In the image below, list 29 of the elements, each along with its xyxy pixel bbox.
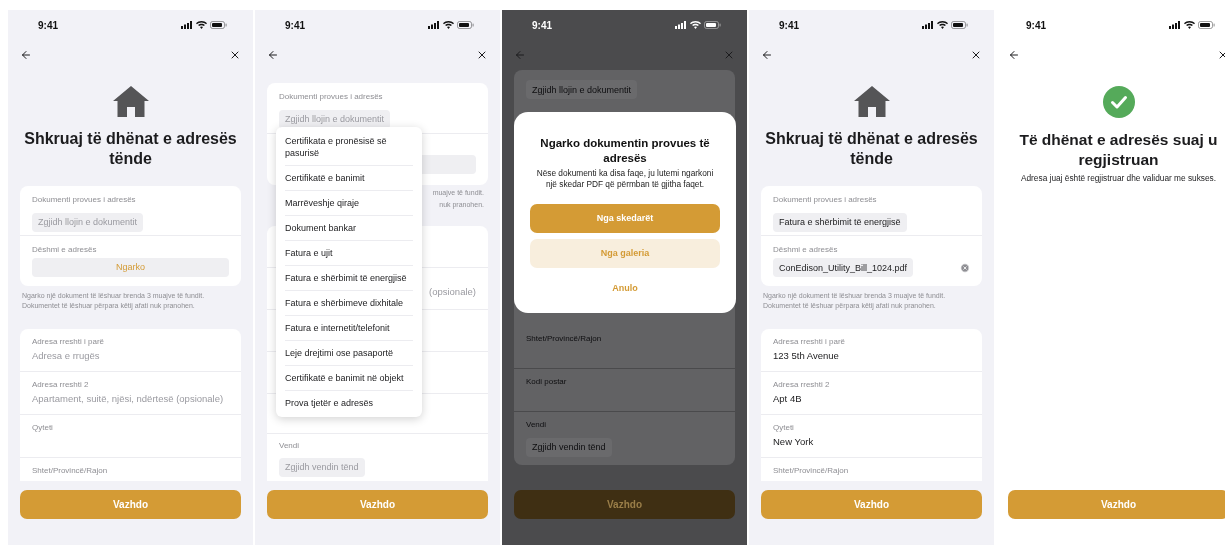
screen-title: Të dhënat e adresës suaj u regjistruan xyxy=(1018,130,1219,170)
field-label: Vendi xyxy=(279,440,300,451)
field-label: Dokumenti provues i adresës xyxy=(32,194,136,205)
status-time: 9:41 xyxy=(38,18,58,33)
field-label: Dëshmi e adresës xyxy=(32,244,98,255)
field-label: Adresa rreshti i parë xyxy=(32,336,106,347)
screen-title: Shkruaj të dhënat e adresës tënde xyxy=(764,129,979,169)
field-label: Dokumenti provues i adresës xyxy=(773,194,877,205)
field-label: Dëshmi e adresës xyxy=(773,244,839,255)
field-label: Adresa rreshti i parë xyxy=(773,336,847,347)
field-label: Dokumenti provues i adresës xyxy=(279,91,383,102)
field-label: Shtet/Provincë/Rajon xyxy=(526,333,603,344)
screen-title: Shkruaj të dhënat e adresës tënde xyxy=(23,129,238,169)
dialog-message: Nëse dokumenti ka disa faqe, ju lutemi ngarkoni një skedar PDF që përmban të gjitha faqet. xyxy=(535,168,715,190)
status-time: 9:41 xyxy=(1026,18,1046,33)
status-time: 9:41 xyxy=(285,18,305,33)
dialog-title: Ngarko dokumentin provues të adresës xyxy=(539,136,711,166)
field-label: Kodi postar xyxy=(526,376,568,387)
field-label: Vendi xyxy=(526,419,547,430)
field-label: Adresa rreshti 2 xyxy=(773,379,831,390)
status-time: 9:41 xyxy=(532,18,552,33)
field-label: Qyteti xyxy=(773,422,795,433)
field-label: Adresa rreshti 2 xyxy=(32,379,90,390)
placeholder-text: (opsionale) xyxy=(429,284,476,299)
field-label: Shtet/Provincë/Rajon xyxy=(773,465,850,476)
success-message: Adresa juaj është regjistruar dhe validuar me sukses. xyxy=(1019,172,1218,184)
status-time: 9:41 xyxy=(779,18,799,33)
field-label: Shtet/Provincë/Rajon xyxy=(32,465,109,476)
field-label: Qyteti xyxy=(32,422,54,433)
